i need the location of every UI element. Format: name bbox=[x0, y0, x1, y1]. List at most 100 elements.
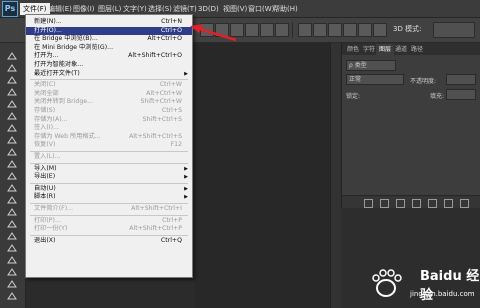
history-brush-tool-icon[interactable] bbox=[6, 159, 18, 169]
distribute-center-icon[interactable] bbox=[358, 23, 372, 37]
layers-panel: 颜色 字符 图层 通道 路径 ρ 类型 正常 不透明度: 锁定: 填充: bbox=[341, 43, 480, 209]
watermark-url: jingyan.baidu.com bbox=[410, 290, 475, 298]
menu-item-label: 存储(S) bbox=[34, 107, 56, 114]
menu-item-label: 打印一份(Y) bbox=[34, 225, 68, 233]
file-menu-item[interactable]: 打开(O)... Ctrl+O bbox=[26, 26, 192, 35]
align-center-icon[interactable] bbox=[260, 23, 274, 37]
menu-item-shortcut: Ctrl+O bbox=[160, 26, 182, 34]
menu-7[interactable]: 3D(D) bbox=[195, 3, 222, 15]
opacity-field[interactable] bbox=[446, 74, 476, 85]
distribute-left-icon[interactable] bbox=[343, 23, 357, 37]
layer-style-icon[interactable] bbox=[380, 199, 389, 208]
file-menu-item[interactable]: 新建(N)... Ctrl+N bbox=[26, 18, 192, 26]
menu-10[interactable]: 帮助(H) bbox=[270, 3, 301, 15]
eraser-tool-icon[interactable] bbox=[6, 171, 18, 181]
menu-item-label: 存储为 Web 所用格式... bbox=[34, 132, 101, 140]
layer-filter-select[interactable]: ρ 类型 bbox=[346, 60, 396, 71]
link-layers-icon[interactable] bbox=[364, 199, 373, 208]
menu-item-label: 在 Bridge 中浏览(B)... bbox=[34, 35, 98, 43]
file-menu-item[interactable]: 导入(M) ▶ bbox=[26, 165, 192, 173]
menu-item-shortcut: Alt+Ctrl+W bbox=[146, 89, 182, 97]
align-middle-icon[interactable] bbox=[215, 23, 229, 37]
crop-tool-icon[interactable] bbox=[6, 99, 18, 109]
lasso-tool-icon[interactable] bbox=[6, 75, 18, 85]
gradient-tool-icon[interactable] bbox=[6, 183, 18, 193]
file-menu-item[interactable]: 打印一份(Y) Alt+Shift+Ctrl+P bbox=[26, 225, 192, 233]
menu-separator bbox=[30, 234, 188, 236]
type-tool-icon[interactable] bbox=[6, 231, 18, 241]
marquee-tool-icon[interactable] bbox=[6, 63, 18, 73]
blur-tool-icon[interactable] bbox=[6, 195, 18, 205]
file-menu-item[interactable]: 置入(L)... bbox=[26, 153, 192, 161]
menu-item-label: 在 Mini Bridge 中浏览(G)... bbox=[34, 43, 114, 51]
trash-icon[interactable] bbox=[460, 199, 469, 208]
file-menu-item[interactable]: 打开为智能对象... bbox=[26, 61, 192, 69]
distribute-bottom-icon[interactable] bbox=[328, 23, 342, 37]
fill-label: 填充: bbox=[430, 93, 445, 100]
healing-brush-tool-icon[interactable] bbox=[6, 123, 18, 133]
menu-item-label: 打开为... bbox=[34, 52, 59, 60]
file-menu-item[interactable]: 签入(I)... bbox=[26, 124, 192, 132]
new-group-icon[interactable] bbox=[428, 199, 437, 208]
file-menu-item[interactable]: 关闭全部 Alt+Ctrl+W bbox=[26, 90, 192, 98]
menu-separator bbox=[30, 214, 188, 216]
menu-separator bbox=[30, 203, 188, 204]
file-menu-item[interactable]: 退出(X) Ctrl+Q bbox=[26, 237, 192, 245]
distribute-middle-icon[interactable] bbox=[313, 23, 327, 37]
panel-dock-strip bbox=[330, 43, 341, 308]
layer-mask-icon[interactable] bbox=[396, 199, 405, 208]
file-menu-item[interactable]: 存储为(A)... Shift+Ctrl+S bbox=[26, 116, 192, 124]
file-menu-item[interactable]: 存储为 Web 所用格式... Alt+Shift+Ctrl+S bbox=[26, 133, 192, 141]
clone-stamp-tool-icon[interactable] bbox=[6, 147, 18, 157]
blend-mode-select[interactable]: 正常 bbox=[346, 74, 404, 85]
adjustment-layer-icon[interactable] bbox=[412, 199, 421, 208]
file-menu-item[interactable]: 打印(P)... Ctrl+P bbox=[26, 217, 192, 225]
panel-tab-4[interactable]: 路径 bbox=[408, 44, 426, 55]
colors-icon[interactable] bbox=[6, 291, 18, 301]
opacity-label: 不透明度: bbox=[410, 78, 437, 85]
file-menu-item[interactable]: 导出(E) ▶ bbox=[26, 173, 192, 181]
panel-footer bbox=[342, 195, 480, 209]
pen-tool-icon[interactable] bbox=[6, 219, 18, 229]
menu-item-shortcut: Ctrl+N bbox=[161, 18, 182, 25]
quick-select-tool-icon[interactable] bbox=[6, 87, 18, 97]
distribute-top-icon[interactable] bbox=[298, 23, 312, 37]
file-menu-item[interactable]: 文件简介(F)... Alt+Shift+Ctrl+I bbox=[26, 205, 192, 213]
file-menu-item[interactable]: 打开为... Alt+Shift+Ctrl+O bbox=[26, 52, 192, 60]
lock-label: 锁定: bbox=[346, 93, 361, 100]
shape-tool-icon[interactable] bbox=[6, 255, 18, 265]
fill-field[interactable] bbox=[446, 89, 476, 100]
file-menu-item[interactable]: 恢复(V) F12 bbox=[26, 141, 192, 149]
hand-tool-icon[interactable] bbox=[6, 267, 18, 277]
align-top-icon[interactable] bbox=[200, 23, 214, 37]
menu-item-shortcut: Ctrl+S bbox=[161, 107, 182, 114]
new-layer-icon[interactable] bbox=[444, 199, 453, 208]
menu-item-label: 导出(E) bbox=[34, 173, 56, 181]
file-menu-item[interactable]: 最近打开文件(T) ▶ bbox=[26, 70, 192, 78]
file-menu-item[interactable]: 自动(U) ▶ bbox=[26, 185, 192, 193]
file-menu-item[interactable]: 关闭并转到 Bridge... Shift+Ctrl+W bbox=[26, 98, 192, 106]
menu-separator bbox=[30, 151, 188, 152]
file-menu-item[interactable]: 在 Mini Bridge 中浏览(G)... bbox=[26, 44, 192, 52]
file-menu-item[interactable]: 在 Bridge 中浏览(B)... Alt+Ctrl+O bbox=[26, 35, 192, 43]
menu-item-label: 打开为智能对象... bbox=[34, 61, 84, 68]
menu-item-label: 打印(P)... bbox=[34, 216, 61, 224]
file-menu-item[interactable]: 脚本(R) ▶ bbox=[26, 193, 192, 201]
align-left-icon[interactable] bbox=[245, 23, 259, 37]
menu-item-label: 新建(N)... bbox=[34, 18, 62, 25]
align-bottom-icon[interactable] bbox=[230, 23, 244, 37]
path-select-tool-icon[interactable] bbox=[6, 243, 18, 253]
eyedropper-tool-icon[interactable] bbox=[6, 111, 18, 121]
file-menu-item[interactable]: 关闭(C) Ctrl+W bbox=[26, 81, 192, 89]
zoom-tool-icon[interactable] bbox=[6, 279, 18, 289]
menu-item-shortcut: Alt+Shift+Ctrl+S bbox=[129, 132, 182, 140]
menu-item-shortcut: Ctrl+W bbox=[159, 81, 182, 89]
workspace-select[interactable] bbox=[433, 22, 475, 38]
menu-item-label: 关闭(C) bbox=[34, 81, 56, 89]
align-right-icon[interactable] bbox=[275, 23, 289, 37]
distribute-right-icon[interactable] bbox=[373, 23, 387, 37]
brush-tool-icon[interactable] bbox=[6, 135, 18, 145]
file-menu-item[interactable]: 存储(S) Ctrl+S bbox=[26, 107, 192, 115]
dodge-tool-icon[interactable] bbox=[6, 207, 18, 217]
move-tool-icon[interactable] bbox=[6, 51, 18, 61]
